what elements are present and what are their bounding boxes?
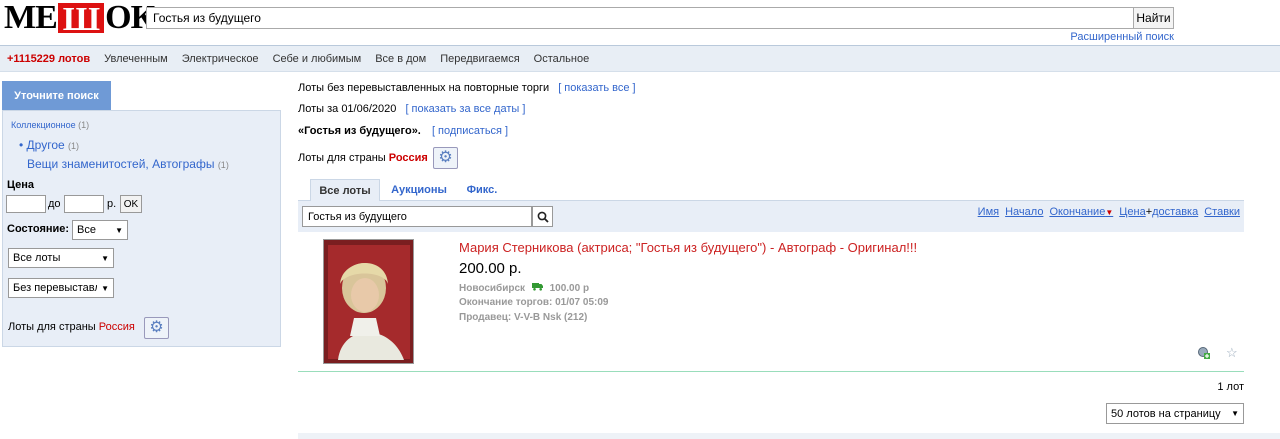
date-info: Лоты за 01/06/2020 [ показать за все дат… — [298, 103, 525, 115]
logo-pre: МЕ — [4, 0, 58, 36]
search-button[interactable]: Найти — [1133, 7, 1174, 29]
chevron-down-icon: ▼ — [115, 225, 123, 235]
show-all-link[interactable]: [ показать все ] — [558, 82, 635, 94]
refine-sidebar: Коллекционное (1) • Другое (1) Вещи знам… — [2, 110, 281, 347]
nav-item-hobby[interactable]: Увлеченным — [104, 53, 168, 65]
lot-city: Новосибирск — [459, 283, 526, 294]
nav-item-self[interactable]: Себе и любимым — [273, 53, 362, 65]
filter-input[interactable] — [302, 206, 532, 227]
per-page-select[interactable]: 50 лотов на страницу ▼ — [1106, 403, 1244, 424]
relist-info: Лоты без перевыставленных на повторные т… — [298, 82, 636, 94]
sort-start[interactable]: Начало — [1005, 206, 1043, 218]
results-total: 1 лот — [1217, 381, 1244, 393]
lots-type-select[interactable]: Все лоты ▼ — [8, 248, 114, 268]
show-all-dates-link[interactable]: [ показать за все даты ] — [405, 103, 525, 115]
search-icon[interactable] — [532, 206, 553, 227]
lot-price: 200.00 р. — [459, 260, 522, 277]
category-nav: +1115229 лотов Увлеченным Электрическое … — [0, 45, 1280, 72]
chevron-down-icon: ▼ — [101, 283, 109, 293]
main-country: Лоты для страны Россия — [298, 152, 428, 164]
lot-location: Новосибирск 100.00 р — [459, 282, 589, 294]
nav-item-other[interactable]: Остальное — [534, 53, 590, 65]
advanced-search-link[interactable]: Расширенный поиск — [1070, 31, 1174, 43]
price-label: Цена — [7, 179, 35, 191]
sort-delivery-label: доставка — [1152, 206, 1199, 218]
gear-icon[interactable]: ⚙ — [144, 317, 169, 339]
logo-box: Ш — [57, 3, 105, 37]
sidebar-country: Лоты для страны Россия — [8, 321, 135, 333]
lot-tabs: Все лоты Аукционы Фикс. — [298, 179, 1244, 201]
tab-fixed[interactable]: Фикс. — [460, 179, 504, 201]
subcategory-label: • Другое — [19, 138, 65, 152]
nav-item-electric[interactable]: Электрическое — [182, 53, 259, 65]
sort-price-label: Цена — [1119, 206, 1146, 218]
nav-item-transport[interactable]: Передвигаемся — [440, 53, 519, 65]
sort-bids[interactable]: Ставки — [1204, 206, 1240, 218]
price-to-input[interactable] — [64, 195, 104, 213]
search-input[interactable] — [146, 7, 1134, 29]
sort-name[interactable]: Имя — [978, 206, 999, 218]
subsubcategory-link[interactable]: Вещи знаменитостей, Автографы (1) — [27, 157, 229, 171]
main-country-value[interactable]: Россия — [389, 152, 428, 164]
watch-calendar-icon[interactable] — [1197, 346, 1211, 363]
sidebar-country-label: Лоты для страны — [8, 321, 96, 333]
category-label: Коллекционное — [11, 120, 76, 130]
query-info: «Гостья из будущего». [ подписаться ] — [298, 125, 508, 137]
lots-type-value: Все лоты — [13, 252, 61, 264]
price-to-label: до — [48, 198, 61, 210]
lot-seller[interactable]: Продавец: V-V-B Nsk (212) — [459, 312, 587, 323]
price-currency: р. — [107, 198, 117, 210]
star-icon[interactable]: ☆ — [1226, 345, 1238, 361]
per-page-value: 50 лотов на страницу — [1111, 407, 1221, 420]
lot-thumbnail[interactable] — [323, 239, 414, 364]
tab-all-lots[interactable]: Все лоты — [310, 179, 380, 201]
header: МЕШОК Найти Расширенный поиск — [0, 0, 1280, 45]
query-text: «Гостья из будущего». — [298, 125, 421, 137]
condition-value: Все — [77, 224, 96, 236]
lot-end-time: Окончание торгов: 01/07 05:09 — [459, 297, 609, 308]
tab-auctions[interactable]: Аукционы — [384, 179, 454, 201]
main-country-label: Лоты для страны — [298, 152, 386, 164]
gear-icon[interactable]: ⚙ — [433, 147, 458, 169]
sort-desc-icon: ▼ — [1105, 208, 1114, 217]
lot-separator — [298, 371, 1244, 372]
price-from-input[interactable] — [6, 195, 46, 213]
refine-search-tab[interactable]: Уточните поиск — [2, 81, 111, 110]
relist-info-text: Лоты без перевыставленных на повторные т… — [298, 82, 550, 94]
condition-select[interactable]: Все ▼ — [72, 220, 128, 240]
lot-delivery-price: 100.00 р — [549, 283, 590, 294]
sort-end[interactable]: Окончание▼ — [1049, 206, 1113, 218]
price-ok-button[interactable]: OK — [120, 195, 142, 213]
results-toolbar: Имя Начало Окончание▼ Цена+доставка Став… — [298, 201, 1244, 232]
subscribe-link[interactable]: [ подписаться ] — [432, 125, 508, 137]
condition-label: Состояние: — [7, 223, 70, 235]
relist-value: Без перевыставле — [13, 282, 97, 294]
chevron-down-icon: ▼ — [101, 253, 109, 263]
date-info-text: Лоты за 01/06/2020 — [298, 103, 397, 115]
subcategory-link[interactable]: • Другое (1) — [19, 138, 79, 152]
relist-select[interactable]: Без перевыставле ▼ — [8, 278, 114, 298]
sort-price[interactable]: Цена+доставка — [1119, 206, 1198, 218]
subcategory-count: (1) — [68, 141, 80, 151]
lot-title-link[interactable]: Мария Стерникова (актриса; "Гостья из бу… — [459, 240, 917, 255]
sidebar-country-value[interactable]: Россия — [99, 321, 135, 333]
category-count: (1) — [78, 120, 90, 130]
truck-icon — [531, 283, 546, 294]
subsubcategory-label: Вещи знаменитостей, Автографы — [27, 157, 215, 171]
site-logo[interactable]: МЕ Ш ОК — [4, 0, 155, 37]
chevron-down-icon: ▼ — [1231, 409, 1239, 418]
sort-links: Имя Начало Окончание▼ Цена+доставка Став… — [978, 206, 1240, 218]
nav-lots-count[interactable]: +1115229 лотов — [7, 53, 90, 65]
subsubcategory-count: (1) — [217, 160, 229, 170]
nav-item-home[interactable]: Все в дом — [375, 53, 426, 65]
category-link[interactable]: Коллекционное (1) — [11, 120, 89, 130]
footer-band — [298, 433, 1280, 439]
sort-end-label: Окончание — [1049, 206, 1106, 218]
